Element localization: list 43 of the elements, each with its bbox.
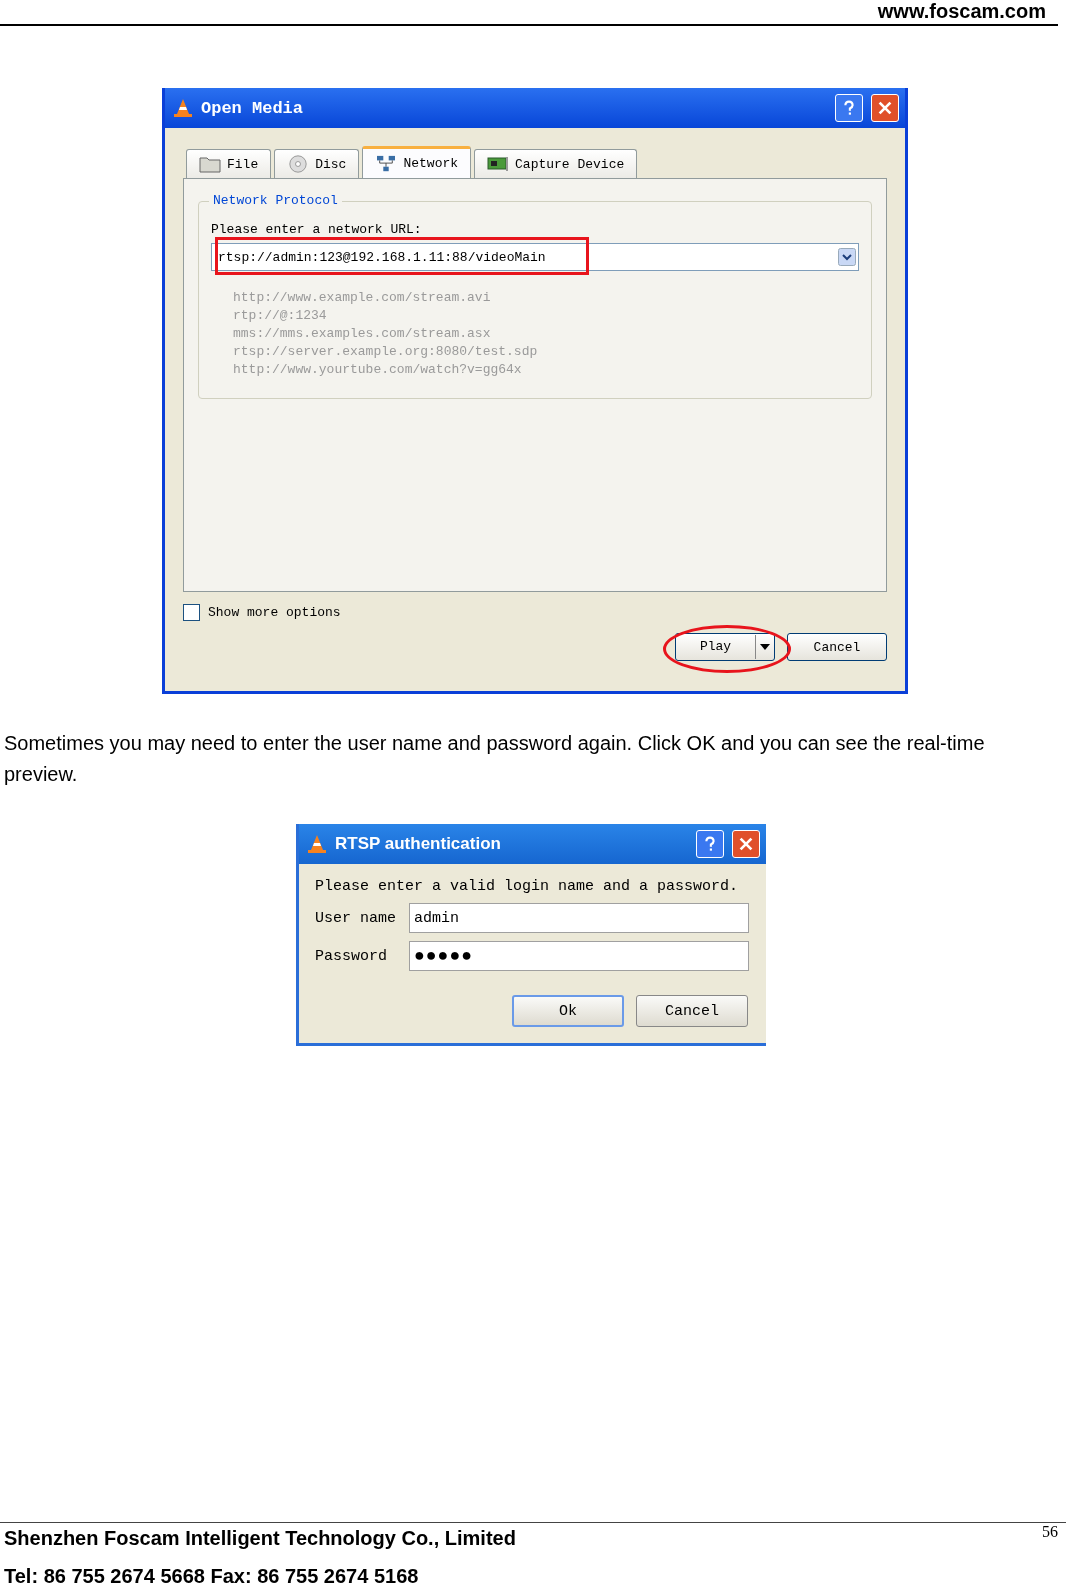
window-title: RTSP authentication: [335, 834, 501, 854]
example-url: mms://mms.examples.com/stream.asx: [233, 325, 492, 343]
paragraph: Sometimes you may need to enter the user name and password again. Click OK and you can see the real-time preview.: [4, 731, 986, 787]
cancel-button[interactable]: Cancel: [636, 995, 748, 1027]
cancel-button[interactable]: Cancel: [787, 633, 887, 661]
close-button[interactable]: [871, 94, 899, 122]
window-title: Open Media: [201, 98, 304, 118]
input-field[interactable]: admin: [409, 903, 749, 933]
field-label: Password: [315, 947, 388, 965]
tab[interactable]: Capture Device: [474, 149, 638, 178]
checkbox-label: Show more options: [208, 605, 341, 620]
company-name: Shenzhen Foscam Intelligent Technology Co., Limited: [4, 1526, 516, 1551]
caret-icon: [760, 643, 770, 651]
example-url: rtp://@:1234: [233, 307, 328, 325]
dropdown-icon: [838, 248, 856, 266]
url-label: Please enter a network URL:: [211, 222, 423, 237]
field-label: User name: [315, 909, 397, 927]
tab[interactable]: File: [186, 149, 272, 178]
card-icon: [487, 155, 510, 173]
disc-icon: [287, 155, 310, 173]
tab[interactable]: Network: [362, 146, 472, 178]
ok-button[interactable]: Ok: [512, 995, 624, 1027]
play-button[interactable]: Play: [675, 633, 775, 661]
close-icon: [876, 99, 894, 117]
tab[interactable]: Disc: [274, 149, 360, 178]
close-button[interactable]: [732, 830, 760, 858]
network-icon: [375, 154, 398, 173]
cone-icon: [173, 98, 193, 118]
help-button[interactable]: [696, 830, 724, 858]
example-url: rtsp://server.example.org:8080/test.sdp: [233, 343, 539, 361]
example-url: http://www.yourtube.com/watch?v=gg64x: [233, 361, 523, 379]
checkbox[interactable]: [183, 604, 200, 621]
folder-icon: [199, 155, 221, 173]
contact-info: Tel: 86 755 2674 5668 Fax: 86 755 2674 5168: [4, 1564, 420, 1589]
prompt-text: Please enter a valid login name and a password.: [315, 878, 740, 895]
url-combo-field[interactable]: rtsp://admin:123@192.168.1.11:88/videoMain: [211, 243, 859, 271]
header-url: www.foscam.com: [877, 0, 1046, 22]
close-icon: [737, 835, 755, 853]
page-number: 56: [1042, 1523, 1058, 1541]
help-button[interactable]: [835, 94, 863, 122]
input-field[interactable]: ●●●●●: [409, 941, 749, 971]
example-url: http://www.example.com/stream.avi: [233, 289, 492, 307]
cone-icon: [307, 834, 327, 854]
